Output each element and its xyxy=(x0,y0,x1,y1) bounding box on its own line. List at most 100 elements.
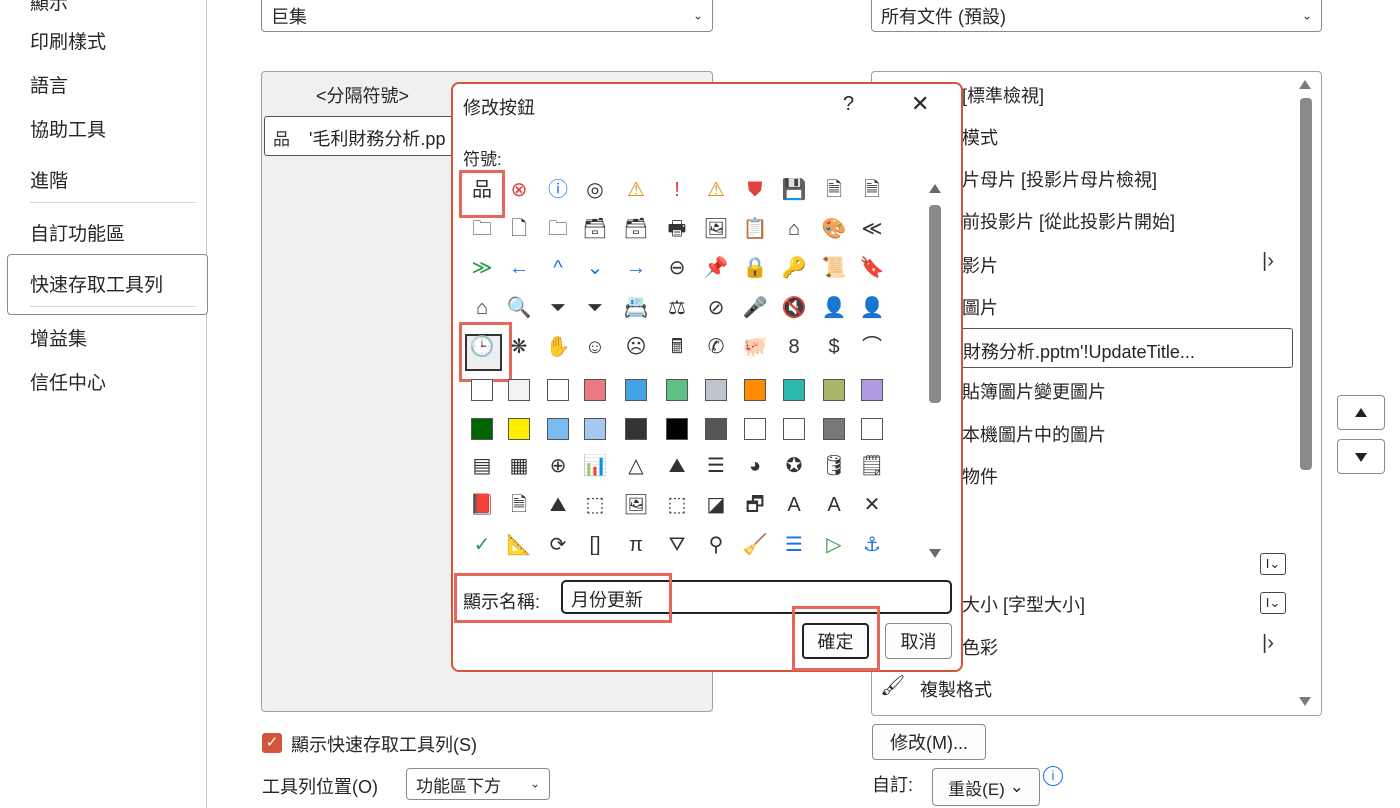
symbol-row10-1-icon[interactable]: 📕 xyxy=(466,489,498,521)
symbol-row2-8-icon[interactable]: 📋 xyxy=(739,213,771,245)
symbol-row11-1-icon[interactable]: ✓ xyxy=(466,529,498,561)
symbol-row5-6-icon[interactable]: 🖩 xyxy=(661,331,693,363)
color-swatch-row7-1[interactable] xyxy=(471,418,493,440)
qat-item[interactable]: 大小 [字型大小] xyxy=(962,591,1085,617)
customize-for-select[interactable]: 所有文件 (預設) ⌄ xyxy=(871,0,1322,32)
color-swatch-row6-2[interactable] xyxy=(508,379,530,401)
qat-item[interactable]: 複製格式 xyxy=(920,676,992,702)
nav-item-trust-center[interactable]: 信任中心 xyxy=(30,368,106,395)
symbol-row2-4-icon[interactable]: 🗃 xyxy=(579,213,611,245)
symbol-row9-3-icon[interactable]: ⊕ xyxy=(542,450,574,482)
symbol-row3-6-icon[interactable]: ⊖ xyxy=(661,252,693,284)
symbol-row3-3-icon[interactable]: ^ xyxy=(542,252,574,284)
symbol-row3-7-icon[interactable]: 📌 xyxy=(700,252,732,284)
color-swatch-row6-3[interactable] xyxy=(547,379,569,401)
symbol-row11-9-icon[interactable]: ☰ xyxy=(778,529,810,561)
color-swatch-row6-4[interactable] xyxy=(584,379,606,401)
symbol-row9-7-icon[interactable]: ☰ xyxy=(700,450,732,482)
symbol-row10-3-icon[interactable]: ⛰ xyxy=(542,489,574,521)
commands-from-select[interactable]: 巨集 ⌄ xyxy=(261,0,713,32)
symbol-row2-2-icon[interactable]: 🗋 xyxy=(503,213,535,245)
color-swatch-row7-3[interactable] xyxy=(547,418,569,440)
move-up-button[interactable] xyxy=(1337,395,1385,430)
color-swatch-row7-8[interactable] xyxy=(744,418,766,440)
reset-button[interactable]: 重設(E) ⌄ xyxy=(932,768,1040,806)
symbol-row9-2-icon[interactable]: ▦ xyxy=(503,450,535,482)
symbol-row4-9-icon[interactable]: 🔇 xyxy=(778,292,810,324)
symbol-row1-6-icon[interactable]: ! xyxy=(661,174,693,206)
nav-item-display[interactable]: 顯示 xyxy=(30,0,68,15)
toolbar-position-select[interactable]: 功能區下方 ⌄ xyxy=(406,768,550,800)
list-item-separator[interactable]: <分隔符號> xyxy=(316,82,409,108)
color-swatch-row6-11[interactable] xyxy=(861,379,883,401)
qat-item[interactable]: 物件 xyxy=(962,463,998,489)
color-swatch-row7-6[interactable] xyxy=(666,418,688,440)
symbol-row5-7-icon[interactable]: ✆ xyxy=(700,331,732,363)
nav-item-language[interactable]: 語言 xyxy=(30,71,68,98)
cancel-button[interactable]: 取消 xyxy=(885,623,952,659)
color-swatch-row7-5[interactable] xyxy=(625,418,647,440)
scroll-up-arrow-icon[interactable] xyxy=(1299,80,1311,89)
qat-item[interactable]: 貼簿圖片變更圖片 xyxy=(962,378,1106,404)
color-swatch-row7-4[interactable] xyxy=(584,418,606,440)
color-swatch-row7-11[interactable] xyxy=(861,418,883,440)
color-swatch-row6-1[interactable] xyxy=(471,379,493,401)
symbol-row9-4-icon[interactable]: 📊 xyxy=(579,450,611,482)
color-swatch-row6-8[interactable] xyxy=(744,379,766,401)
color-swatch-row6-5[interactable] xyxy=(625,379,647,401)
symbol-row9-1-icon[interactable]: ▤ xyxy=(466,450,498,482)
scroll-down-arrow-icon[interactable] xyxy=(929,549,941,558)
qat-item[interactable]: 本機圖片中的圖片 xyxy=(962,421,1106,447)
symbol-row10-10-icon[interactable]: A xyxy=(818,489,850,521)
symbol-row10-9-icon[interactable]: A xyxy=(778,489,810,521)
symbol-row5-2-icon[interactable]: ❋ xyxy=(503,331,535,363)
move-down-button[interactable] xyxy=(1337,439,1385,474)
symbol-row2-7-icon[interactable]: 🖼 xyxy=(700,213,732,245)
symbol-row5-1-icon[interactable]: 🕒 xyxy=(466,331,498,363)
symbol-row1-9-icon[interactable]: 💾 xyxy=(778,174,810,206)
symbol-row2-1-icon[interactable]: 🗀 xyxy=(466,213,498,245)
qat-item[interactable]: 模式 xyxy=(962,124,998,150)
symbol-row4-3-icon[interactable]: ⏷ xyxy=(542,292,574,324)
show-qat-checkbox[interactable]: ✓ xyxy=(262,733,282,753)
symbol-row4-5-icon[interactable]: 📇 xyxy=(620,292,652,324)
symbol-row10-8-icon[interactable]: 🗗 xyxy=(739,489,771,521)
symbol-row11-7-icon[interactable]: ⚲ xyxy=(700,529,732,561)
nav-item-customize-ribbon[interactable]: 自訂功能區 xyxy=(30,219,125,246)
nav-item-printing-style[interactable]: 印刷樣式 xyxy=(30,27,106,54)
symbol-row3-11-icon[interactable]: 🔖 xyxy=(856,252,888,284)
color-swatch-row7-9[interactable] xyxy=(783,418,805,440)
symbol-row1-8-icon[interactable]: ⛊ xyxy=(739,174,771,206)
symbol-row9-6-icon[interactable]: ⛰ xyxy=(661,450,693,482)
list-item-macro-selected[interactable]: 品 '毛利財務分析.pp xyxy=(264,116,464,156)
symbol-row1-4-icon[interactable]: ◎ xyxy=(579,174,611,206)
symbol-row9-10-icon[interactable]: 🛢 xyxy=(818,450,850,482)
symbol-row2-9-icon[interactable]: ⌂ xyxy=(778,213,810,245)
symbol-row3-8-icon[interactable]: 🔒 xyxy=(739,252,771,284)
symbol-row9-9-icon[interactable]: ✪ xyxy=(778,450,810,482)
symbol-row10-4-icon[interactable]: ⬚ xyxy=(579,489,611,521)
color-swatch-row6-7[interactable] xyxy=(705,379,727,401)
symbol-row10-11-icon[interactable]: ✕ xyxy=(856,489,888,521)
symbol-row1-7-icon[interactable]: ⚠ xyxy=(700,174,732,206)
nav-item-advanced[interactable]: 進階 xyxy=(30,166,68,193)
symbol-row4-8-icon[interactable]: 🎤 xyxy=(739,292,771,324)
scrollbar-thumb[interactable] xyxy=(1300,98,1312,470)
qat-item-selected[interactable]: 財務分析.pptm'!UpdateTitle... xyxy=(955,328,1293,368)
qat-item[interactable]: 圖片 xyxy=(962,294,998,320)
symbol-row5-8-icon[interactable]: 🐖 xyxy=(739,331,771,363)
symbol-row11-11-icon[interactable]: ⚓ xyxy=(856,529,888,561)
symbol-row2-5-icon[interactable]: 🗃 xyxy=(620,213,652,245)
symbol-row5-11-icon[interactable]: ⌒ xyxy=(856,331,888,363)
qat-item[interactable]: 前投影片 [從此投影片開始] xyxy=(962,208,1175,234)
color-swatch-row7-7[interactable] xyxy=(705,418,727,440)
symbol-row11-3-icon[interactable]: ⟳ xyxy=(542,529,574,561)
symbol-row4-7-icon[interactable]: ⊘ xyxy=(700,292,732,324)
symbol-row9-8-icon[interactable]: ◕ xyxy=(739,450,771,482)
symbol-row11-2-icon[interactable]: 📐 xyxy=(503,529,535,561)
symbol-row4-1-icon[interactable]: ⌂ xyxy=(466,292,498,324)
symbol-row10-6-icon[interactable]: ⬚ xyxy=(661,489,693,521)
color-swatch-row6-6[interactable] xyxy=(666,379,688,401)
symbol-row3-5-icon[interactable]: → xyxy=(620,252,652,284)
symbol-row3-4-icon[interactable]: ⌄ xyxy=(579,252,611,284)
